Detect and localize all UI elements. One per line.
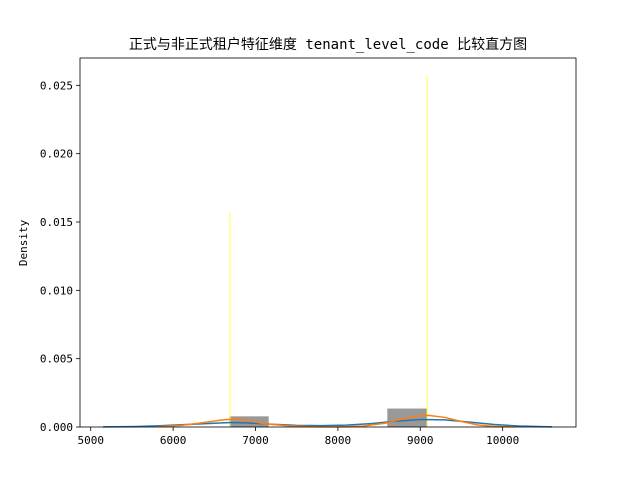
chart-title: 正式与非正式租户特征维度 tenant_level_code 比较直方图 <box>129 36 527 53</box>
y-axis-label: Density <box>17 219 30 266</box>
y-tick-label-4: 0.015 <box>40 216 73 229</box>
chart: 正式与非正式租户特征维度 tenant_level_code 比较直方图 500… <box>0 0 640 480</box>
y-tick-label-3: 0.010 <box>40 284 73 297</box>
y-tick-label-6: 0.025 <box>40 79 73 92</box>
x-tick-label-5: 9000 <box>407 434 434 447</box>
y-tick-label-5: 0.020 <box>40 148 73 161</box>
chart-background <box>0 0 640 480</box>
histogram-chart: 正式与非正式租户特征维度 tenant_level_code 比较直方图 500… <box>0 0 640 480</box>
y-tick-label-2: 0.005 <box>40 353 73 366</box>
x-tick-label-2: 6000 <box>160 434 187 447</box>
y-tick-label-1: 0.000 <box>40 421 73 434</box>
histogram-bar-1 <box>229 416 269 427</box>
x-tick-label-1: 5000 <box>77 434 104 447</box>
x-tick-label-3: 7000 <box>242 434 269 447</box>
x-tick-label-6: 10000 <box>486 434 519 447</box>
x-tick-label-4: 8000 <box>325 434 352 447</box>
